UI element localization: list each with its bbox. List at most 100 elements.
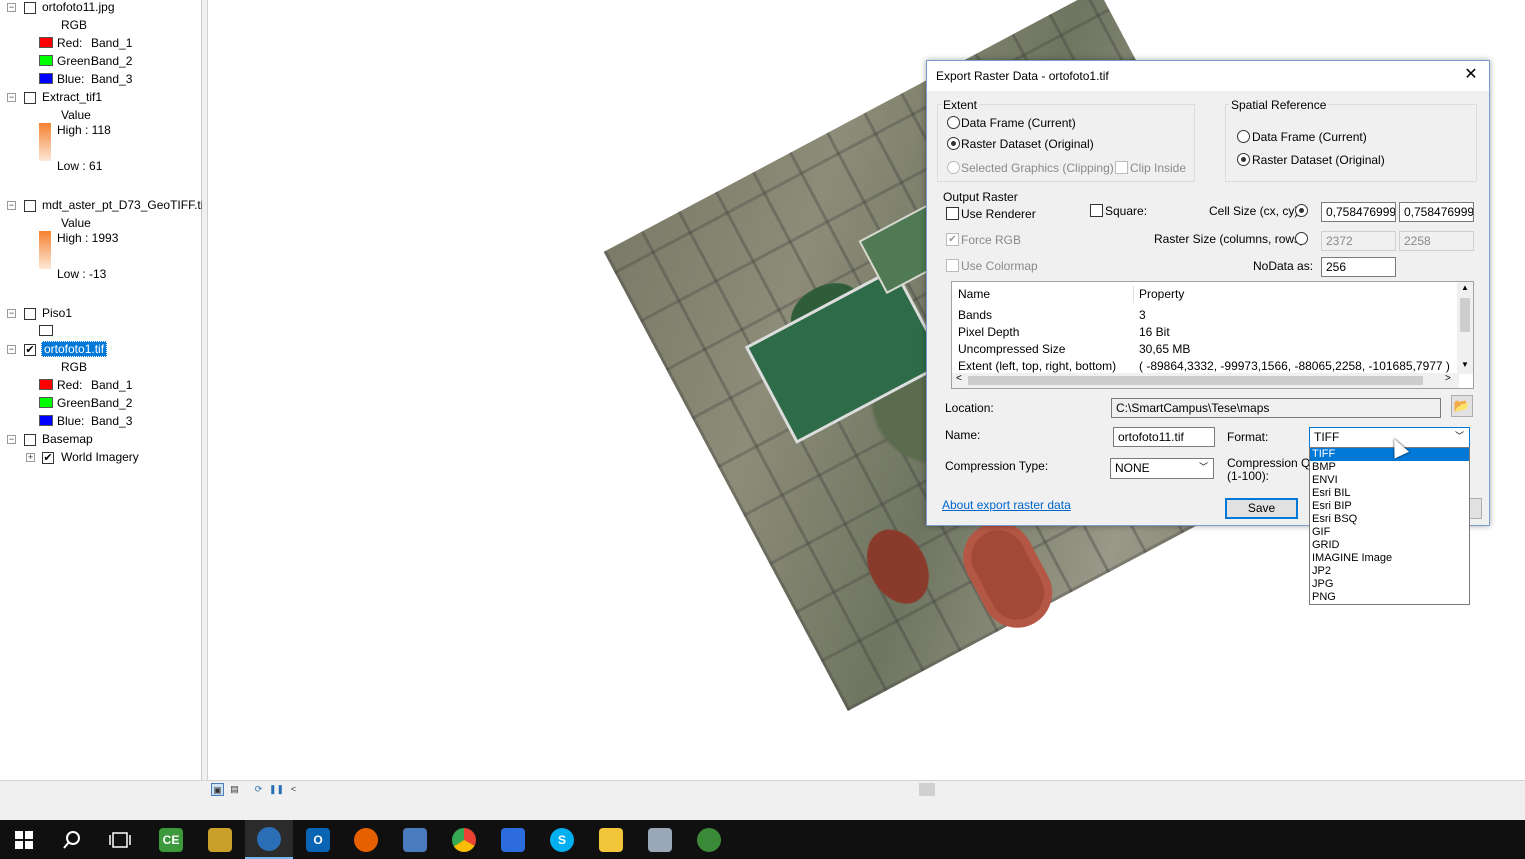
scroll-left-icon[interactable]: <: [956, 373, 962, 384]
image-viewer-icon[interactable]: [636, 820, 684, 859]
location-input[interactable]: C:\SmartCampus\Tese\maps: [1111, 398, 1441, 418]
format-option[interactable]: Esri BIL: [1310, 487, 1469, 500]
task-view-icon[interactable]: [96, 820, 144, 859]
format-option[interactable]: IMAGINE Image: [1310, 552, 1469, 565]
layer-name[interactable]: Extract_tif1: [42, 88, 102, 106]
map-scrollbar-thumb[interactable]: [919, 783, 935, 796]
layer-visibility-checkbox[interactable]: ✔: [24, 344, 36, 356]
raster-size-radio[interactable]: [1295, 232, 1308, 245]
chrome-icon[interactable]: [440, 820, 488, 859]
firefox-icon[interactable]: [342, 820, 390, 859]
collapse-icon[interactable]: −: [7, 93, 16, 102]
arccatalog-icon[interactable]: [196, 820, 244, 859]
force-rgb-checkbox[interactable]: ✔: [946, 233, 959, 246]
format-option[interactable]: TIFF: [1310, 448, 1469, 461]
use-colormap-checkbox[interactable]: [946, 259, 959, 272]
layer-visibility-checkbox[interactable]: [24, 2, 36, 14]
app-shield-icon[interactable]: [489, 820, 537, 859]
map-bottom-bar: ▣ ▤ ⟳ ❚❚ <: [0, 780, 1525, 798]
rows-input[interactable]: 2258: [1399, 231, 1474, 251]
format-dropdown-list[interactable]: TIFF BMP ENVI Esri BIL Esri BIP Esri BSQ…: [1309, 447, 1470, 605]
dialog-titlebar[interactable]: Export Raster Data - ortofoto1.tif ✕: [927, 61, 1489, 91]
format-option[interactable]: JP2: [1310, 565, 1469, 578]
windows-start-icon[interactable]: [0, 820, 48, 859]
properties-horizontal-scrollbar[interactable]: < >: [952, 373, 1459, 388]
cell-cy-input[interactable]: 0,758476999: [1399, 202, 1474, 222]
format-option[interactable]: GRID: [1310, 539, 1469, 552]
format-option[interactable]: Esri BIP: [1310, 500, 1469, 513]
cell-size-radio[interactable]: [1295, 204, 1308, 217]
collapse-icon[interactable]: −: [7, 201, 16, 210]
band-label: Red:: [57, 378, 83, 392]
layout-view-icon[interactable]: ▤: [228, 783, 241, 796]
refresh-icon[interactable]: ⟳: [252, 783, 265, 796]
layer-name[interactable]: ortofoto11.jpg: [42, 0, 115, 16]
collapse-icon[interactable]: −: [7, 3, 16, 12]
format-option[interactable]: BMP: [1310, 461, 1469, 474]
close-icon[interactable]: ✕: [1461, 65, 1481, 85]
format-option[interactable]: ENVI: [1310, 474, 1469, 487]
band-label: Green:: [57, 396, 94, 410]
scroll-right-icon[interactable]: >: [1445, 373, 1451, 384]
name-input[interactable]: ortofoto11.tif: [1113, 427, 1215, 447]
use-renderer-checkbox[interactable]: [946, 207, 959, 220]
columns-input[interactable]: 2372: [1321, 231, 1396, 251]
format-option[interactable]: PNG: [1310, 591, 1469, 604]
band-value: Band_1: [91, 378, 133, 392]
layer-visibility-checkbox[interactable]: [24, 200, 36, 212]
layer-name[interactable]: mdt_aster_pt_D73_GeoTIFF.tif: [42, 196, 207, 214]
data-view-icon[interactable]: ▣: [211, 783, 224, 796]
panel-splitter[interactable]: [202, 0, 208, 798]
format-option[interactable]: JPG: [1310, 578, 1469, 591]
properties-vertical-scrollbar[interactable]: ▲ ▼: [1457, 282, 1473, 374]
extent-data-frame-radio[interactable]: [947, 116, 960, 129]
layer-name-selected[interactable]: ortofoto1.tif: [41, 341, 108, 357]
extent-raster-dataset-radio[interactable]: [947, 137, 960, 150]
extent-selected-graphics-radio[interactable]: [947, 161, 960, 174]
layer-visibility-checkbox[interactable]: ✔: [42, 452, 54, 464]
scroll-up-icon[interactable]: ▲: [1461, 283, 1469, 292]
browse-folder-icon[interactable]: 📂: [1451, 395, 1473, 417]
scroll-left-icon[interactable]: <: [287, 783, 300, 796]
arcmap-icon[interactable]: [245, 820, 293, 859]
collapse-icon[interactable]: −: [7, 345, 16, 354]
sr-raster-dataset-radio[interactable]: [1237, 153, 1250, 166]
property-value: 16 Bit: [1139, 325, 1170, 339]
layer-visibility-checkbox[interactable]: [24, 434, 36, 446]
layer-name[interactable]: Basemap: [42, 430, 93, 448]
collapse-icon[interactable]: −: [7, 435, 16, 444]
clip-inside-checkbox[interactable]: [1115, 161, 1128, 174]
skype-icon[interactable]: S: [538, 820, 586, 859]
status-bar: [0, 798, 1525, 820]
globe-app-icon[interactable]: [685, 820, 733, 859]
green-swatch-icon: [39, 397, 53, 408]
scroll-down-icon[interactable]: ▼: [1461, 360, 1469, 369]
square-checkbox[interactable]: [1090, 204, 1103, 217]
nodata-input[interactable]: 256: [1321, 257, 1396, 277]
expand-icon[interactable]: +: [26, 453, 35, 462]
sr-data-frame-radio[interactable]: [1237, 130, 1250, 143]
collapse-icon[interactable]: −: [7, 309, 16, 318]
cell-cx-input[interactable]: 0,758476999: [1321, 202, 1396, 222]
layer-visibility-checkbox[interactable]: [24, 308, 36, 320]
file-explorer-icon[interactable]: [587, 820, 635, 859]
pause-icon[interactable]: ❚❚: [269, 783, 284, 796]
layer-name[interactable]: Piso1: [42, 304, 72, 322]
calculator-icon[interactable]: CE: [147, 820, 195, 859]
checkbox-label: Square:: [1105, 204, 1148, 218]
outlook-icon[interactable]: O: [294, 820, 342, 859]
scrollbar-thumb[interactable]: [1460, 298, 1470, 332]
radio-label: Data Frame (Current): [961, 116, 1076, 130]
network-icon[interactable]: [391, 820, 439, 859]
format-option[interactable]: Esri BSQ: [1310, 513, 1469, 526]
scrollbar-thumb[interactable]: [968, 376, 1423, 385]
save-button[interactable]: Save: [1225, 498, 1298, 519]
cancel-button-partial[interactable]: [1470, 498, 1482, 519]
layer-name[interactable]: World Imagery: [61, 448, 139, 466]
compression-type-select[interactable]: NONE ﹀: [1110, 458, 1214, 479]
about-export-link[interactable]: About export raster data: [942, 498, 1071, 512]
compression-type-label: Compression Type:: [945, 459, 1049, 473]
format-option[interactable]: GIF: [1310, 526, 1469, 539]
search-icon[interactable]: [48, 820, 96, 859]
layer-visibility-checkbox[interactable]: [24, 92, 36, 104]
